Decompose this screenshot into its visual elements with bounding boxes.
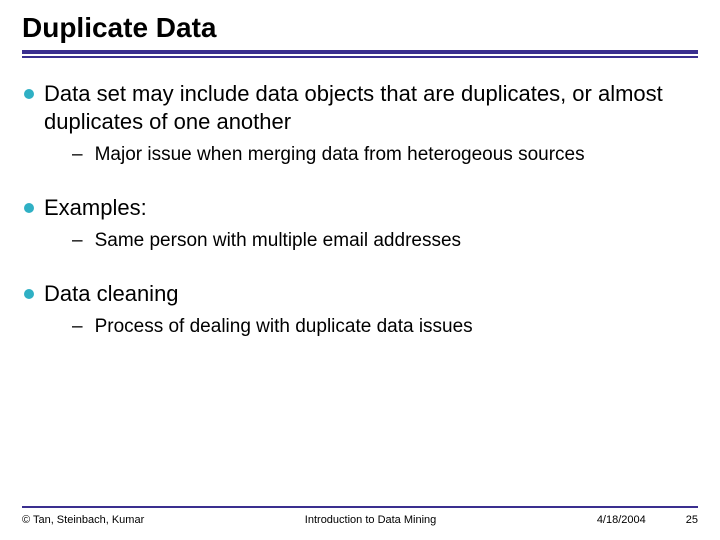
sub-item: – Major issue when merging data from het… [72, 143, 696, 168]
bullet-icon [24, 203, 34, 213]
footer-course: Introduction to Data Mining [144, 514, 597, 526]
slide: Duplicate Data Data set may include data… [0, 0, 720, 540]
slide-title: Duplicate Data [22, 12, 698, 44]
slide-content: Data set may include data objects that a… [22, 80, 698, 340]
bullet-icon [24, 289, 34, 299]
footer-page: 25 [686, 514, 698, 526]
sub-text: Same person with multiple email addresse… [95, 229, 461, 254]
dash-icon: – [72, 229, 83, 254]
bullet-icon [24, 89, 34, 99]
sub-text: Process of dealing with duplicate data i… [95, 315, 473, 340]
footer-row: © Tan, Steinbach, Kumar Introduction to … [22, 514, 698, 526]
sub-item: – Process of dealing with duplicate data… [72, 315, 696, 340]
slide-footer: © Tan, Steinbach, Kumar Introduction to … [0, 506, 720, 526]
bullet-text: Data cleaning [44, 280, 179, 308]
bullet-item: Examples: [24, 194, 696, 222]
bullet-text: Examples: [44, 194, 147, 222]
dash-icon: – [72, 315, 83, 340]
footer-copyright: © Tan, Steinbach, Kumar [22, 514, 144, 526]
bullet-item: Data cleaning [24, 280, 696, 308]
sub-text: Major issue when merging data from heter… [95, 143, 585, 168]
dash-icon: – [72, 143, 83, 168]
title-rule [22, 50, 698, 58]
bullet-text: Data set may include data objects that a… [44, 80, 696, 135]
bullet-item: Data set may include data objects that a… [24, 80, 696, 135]
footer-rule [22, 506, 698, 508]
footer-date: 4/18/2004 [597, 514, 646, 526]
sub-item: – Same person with multiple email addres… [72, 229, 696, 254]
